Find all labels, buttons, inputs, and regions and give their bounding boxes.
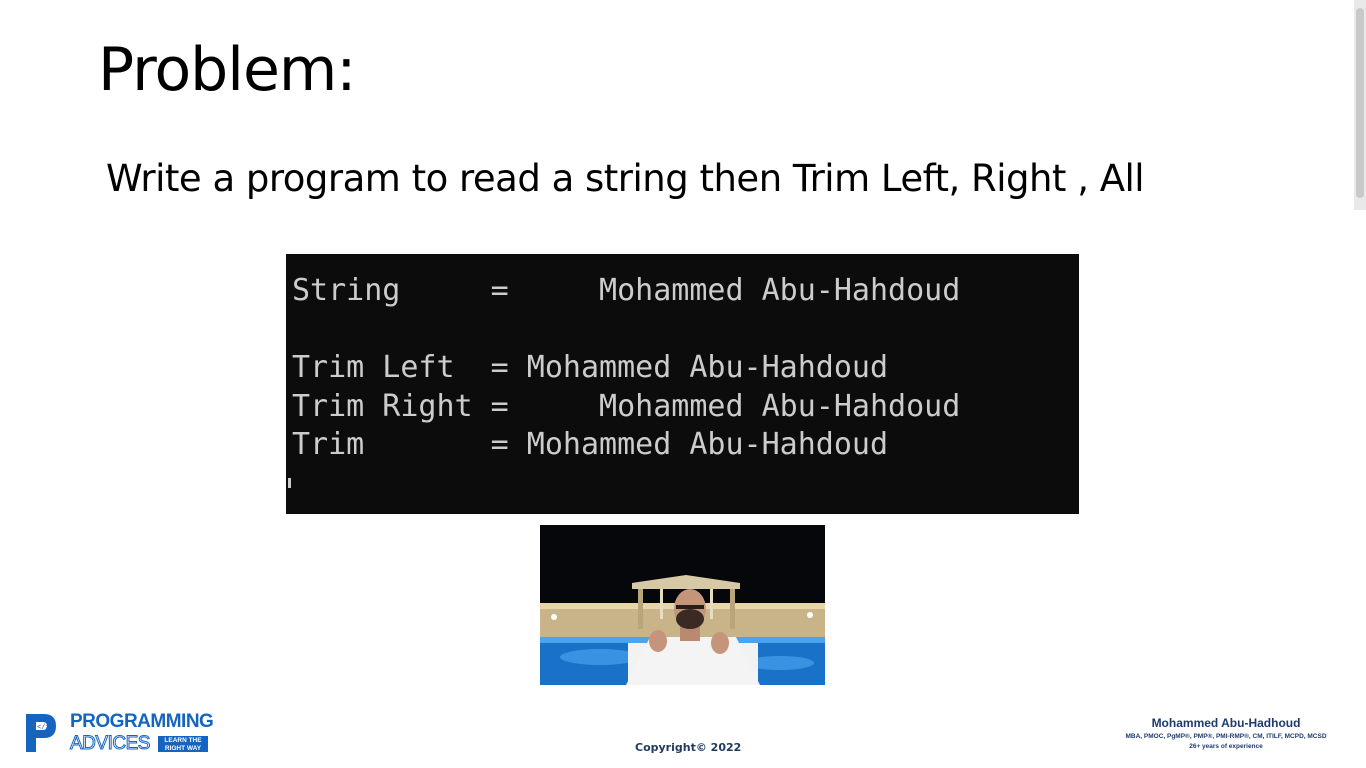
scrollbar-thumb[interactable] bbox=[1356, 8, 1364, 198]
console-line-trim: Trim = Mohammed Abu-Hahdoud bbox=[292, 427, 889, 462]
console-line-trim-left: Trim Left = Mohammed Abu-Hahdoud bbox=[292, 350, 889, 385]
author-credentials: MBA, PMOC, PgMP®, PMP®, PMI-RMP®, CM, IT… bbox=[1125, 733, 1327, 740]
logo-tagline: LEARN THE RIGHT WAY bbox=[158, 736, 208, 752]
programming-advices-logo: </> PROGRAMMING ADVICES LEARN THE RIGHT … bbox=[22, 712, 227, 756]
presenter-video-icon bbox=[540, 525, 825, 685]
logo-tagline-line1: LEARN THE bbox=[164, 737, 202, 744]
author-experience: 26+ years of experience bbox=[1189, 743, 1263, 750]
scrollbar[interactable] bbox=[1354, 0, 1366, 210]
console-line-trim-right: Trim Right = Mohammed Abu-Hahdoud bbox=[292, 388, 961, 424]
logo-word-programming: PROGRAMMING bbox=[70, 711, 214, 732]
console-line-string: String = Mohammed Abu-Hahdoud bbox=[292, 273, 961, 308]
logo-word-advices: ADVICES bbox=[70, 733, 151, 754]
author-block: Mohammed Abu-Hadhoud MBA, PMOC, PgMP®, P… bbox=[1106, 716, 1346, 752]
slide: Problem: Write a program to read a strin… bbox=[0, 0, 1366, 768]
console-output: String = Mohammed Abu-Hahdoud Trim Left … bbox=[286, 254, 1079, 514]
author-name: Mohammed Abu-Hadhoud bbox=[1151, 716, 1301, 730]
logo-tagline-line2: RIGHT WAY bbox=[164, 744, 202, 752]
copyright-text: Copyright© 2022 bbox=[635, 741, 742, 754]
logo-p-icon: </> bbox=[26, 714, 56, 752]
problem-statement: Write a program to read a string then Tr… bbox=[106, 157, 1145, 200]
presenter-video bbox=[540, 525, 825, 685]
svg-text:</>: </> bbox=[37, 724, 50, 732]
console-cursor bbox=[288, 478, 291, 488]
slide-title: Problem: bbox=[98, 35, 357, 105]
